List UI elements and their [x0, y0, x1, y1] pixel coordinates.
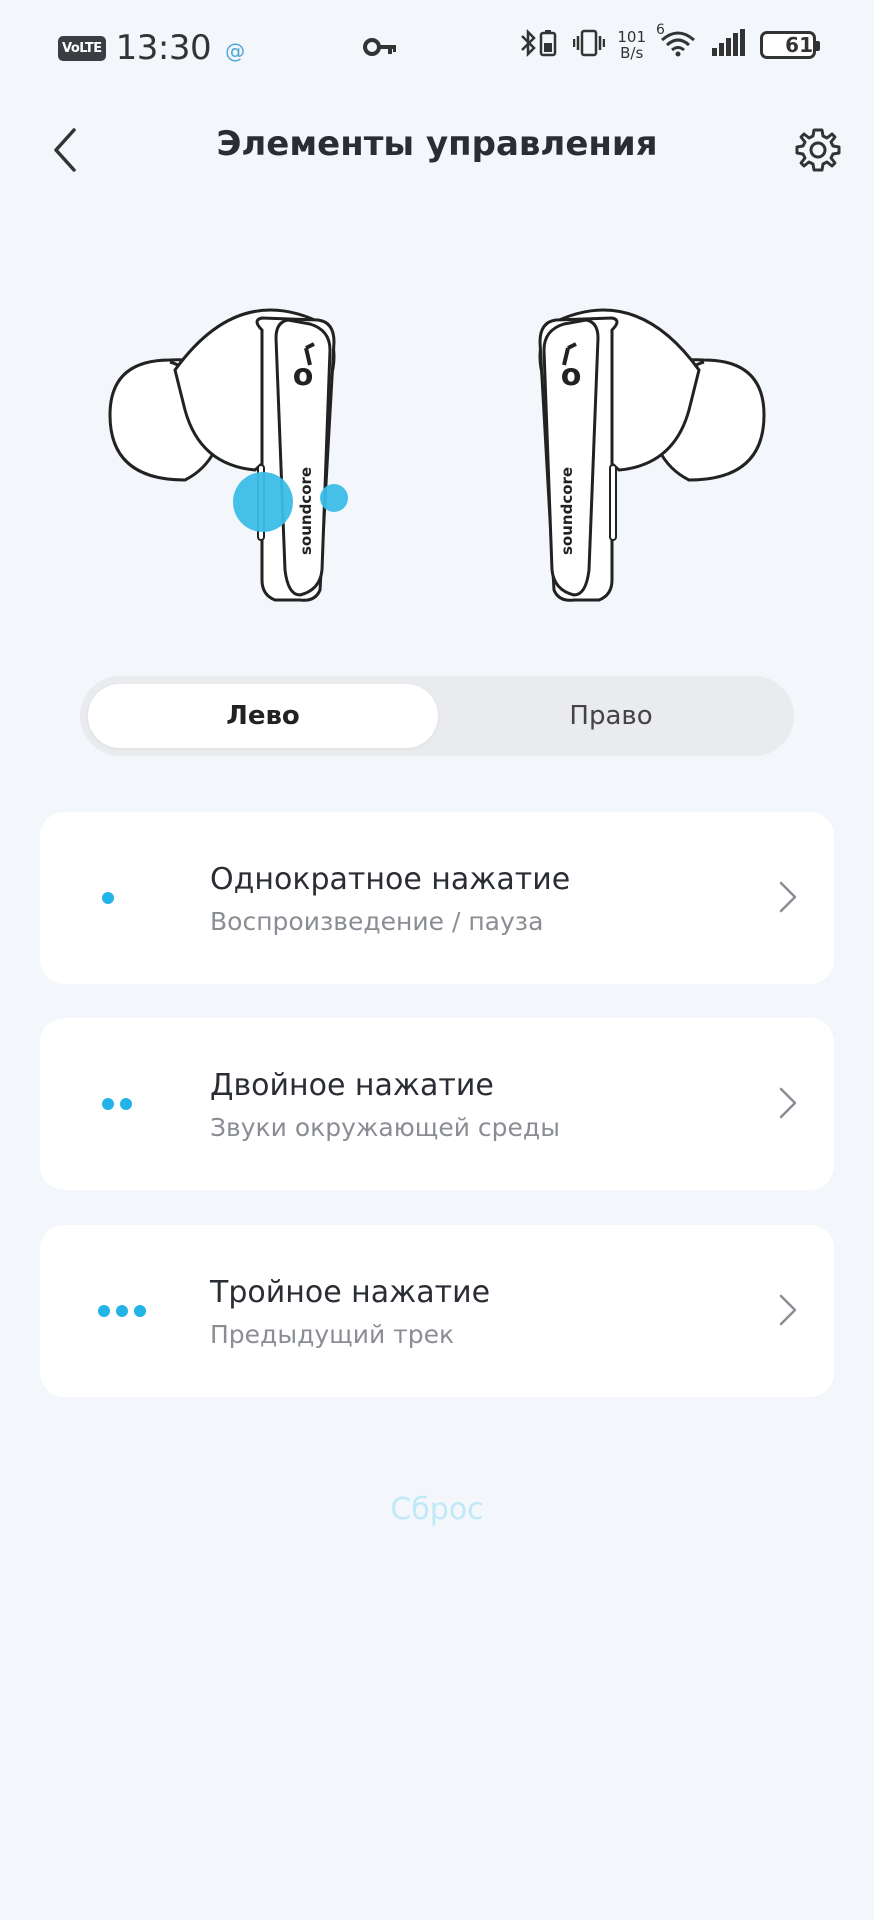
left-touch-highlight: [233, 472, 293, 532]
tap-dot: [98, 1305, 110, 1317]
net-speed-unit: B/s: [620, 44, 644, 62]
left-earbud: o soundcore: [108, 308, 348, 602]
tap-dot: [134, 1305, 146, 1317]
wifi-icon: 6: [656, 22, 698, 62]
status-bar: VoLTE 13:30 @ 101 B/s 6 61: [0, 0, 874, 100]
network-type: 6: [656, 22, 665, 38]
double-tap-action: Звуки окружающей среды: [210, 1113, 560, 1142]
tap-dot: [102, 1098, 114, 1110]
single-tap-dots: [98, 888, 178, 908]
status-time: 13:30: [115, 28, 212, 68]
left-earbud-brand: soundcore: [297, 467, 315, 555]
status-left: VoLTE 13:30 @: [58, 28, 245, 68]
key-icon: [363, 36, 397, 62]
tab-left[interactable]: Лево: [88, 684, 438, 748]
chevron-right-icon: [779, 1294, 797, 1326]
gear-icon: [795, 128, 841, 172]
triple-tap-action: Предыдущий трек: [210, 1320, 455, 1349]
header: Элементы управления: [0, 100, 874, 200]
single-tap-action: Воспроизведение / пауза: [210, 907, 544, 936]
side-selector: Лево Право: [80, 676, 794, 756]
tab-right[interactable]: Право: [436, 684, 786, 748]
double-tap-title: Двойное нажатие: [210, 1068, 494, 1103]
right-earbud-brand: soundcore: [558, 467, 576, 555]
bluetooth-battery-icon: [519, 28, 561, 62]
chevron-right-icon: [779, 1087, 797, 1119]
double-tap-dots: [98, 1094, 178, 1114]
signal-icon: [710, 28, 748, 62]
reset-button[interactable]: Сброс: [0, 1492, 874, 1527]
triple-tap-title: Тройное нажатие: [210, 1275, 491, 1310]
page-title: Элементы управления: [216, 124, 658, 164]
status-right: 101 B/s 6 61: [519, 22, 820, 62]
double-tap-item[interactable]: Двойное нажатие Звуки окружающей среды: [40, 1018, 834, 1190]
chevron-right-icon: [779, 881, 797, 913]
earbuds-illustration: o soundcore o soundcore: [0, 290, 874, 620]
single-tap-item[interactable]: Однократное нажатие Воспроизведение / па…: [40, 812, 834, 984]
tap-dot: [102, 892, 114, 904]
at-icon: @: [225, 39, 246, 63]
net-speed: 101 B/s: [617, 29, 646, 61]
battery-level: 61: [785, 33, 813, 57]
battery-icon: 61: [760, 31, 820, 59]
volte-badge: VoLTE: [58, 35, 106, 61]
triple-tap-dots: [98, 1301, 178, 1321]
settings-button[interactable]: [788, 120, 848, 180]
right-earbud: [538, 308, 766, 602]
single-tap-title: Однократное нажатие: [210, 862, 571, 897]
tap-dot: [116, 1305, 128, 1317]
triple-tap-item[interactable]: Тройное нажатие Предыдущий трек: [40, 1225, 834, 1397]
tap-dot: [120, 1098, 132, 1110]
vibrate-icon: [573, 28, 606, 62]
